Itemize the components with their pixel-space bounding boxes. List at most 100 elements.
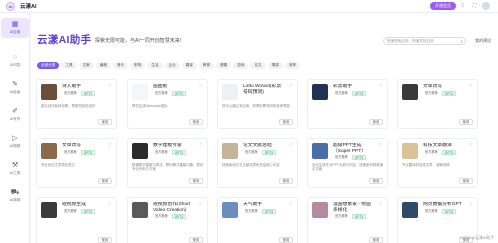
official-tag: 官方推荐 [155, 91, 168, 95]
category-tab[interactable]: 游戏 [233, 62, 249, 69]
use-button[interactable]: 使用 [459, 178, 473, 184]
favorite-star-icon[interactable]: ☆ [108, 83, 112, 89]
app-thumbnail [222, 84, 238, 100]
sidebar-item-draw[interactable]: ✎ AI绘画 [1, 78, 29, 98]
app-card[interactable]: 漫画想象家 - 绘画多样化 ☆ 官方推荐 GPT3 使用 [307, 197, 388, 243]
sidebar-item-shop[interactable]: ⛟ AI商城 [1, 186, 29, 206]
favorite-star-icon[interactable]: ☆ [469, 201, 473, 207]
category-tab[interactable]: 效率 [284, 62, 300, 69]
avatar[interactable] [482, 2, 490, 10]
model-badge: GPT3 [80, 150, 96, 155]
use-button[interactable]: 使用 [279, 178, 293, 184]
model-badge: GPT3 [441, 209, 457, 214]
sidebar-item-tools[interactable]: ⚒ AI工具 [1, 159, 29, 179]
video-icon: ▷ [12, 135, 18, 142]
app-title: 云漾AI [20, 4, 37, 10]
app-tags: 官方推荐 GPT3 [62, 150, 96, 155]
app-card[interactable]: 文章改写 ☆ 官方推荐 GPT3 专业优化文章语言表达 使用 [36, 138, 117, 188]
search-placeholder: 快速搜索应用，快速寻找应用 [387, 38, 434, 43]
official-tag: 官方推荐 [425, 91, 438, 95]
use-button[interactable]: 使用 [369, 237, 383, 243]
vip-button[interactable]: 开通会员 [430, 2, 456, 10]
use-button[interactable]: 使用 [98, 119, 112, 125]
use-button[interactable]: 使用 [189, 237, 203, 243]
app-card[interactable]: 天气助手 ☆ 官方推荐 GPT3 使用 [217, 197, 298, 243]
search-icon[interactable]: ⌕ [460, 38, 463, 45]
app-card[interactable]: 短视频生成 ☆ 官方推荐 GPT3 使用 [36, 197, 117, 243]
app-description: 精通数学建模与算法，帮你解决建模问题，提供专业代码与方案 [132, 163, 204, 172]
favorite-star-icon[interactable]: ☆ [289, 142, 293, 148]
model-badge: GPT3 [171, 150, 187, 155]
use-button[interactable]: 使用 [98, 178, 112, 184]
use-button[interactable]: 使用 [369, 178, 383, 184]
favorite-star-icon[interactable]: ☆ [469, 142, 473, 148]
sidebar-item-write[interactable]: ✐ AI写作 [1, 105, 29, 125]
favorite-star-icon[interactable]: ☆ [199, 201, 203, 207]
sidebar-item-label: AI问答 [9, 63, 21, 67]
app-description: 擅长创作各种诗歌，帮助您轻松创作 [41, 104, 96, 108]
use-button[interactable]: 使用 [369, 119, 383, 125]
sidebar-item-video[interactable]: ▷ AI视频 [1, 132, 29, 152]
app-card[interactable]: 科技文章翻译 ☆ 官方推荐 GPT3 专业翻译科技类文章，准确流畅 使用 [397, 138, 478, 188]
category-tab[interactable]: 教育 [198, 62, 215, 69]
favorite-star-icon[interactable]: ☆ [108, 142, 112, 148]
category-tab[interactable]: 健康 [216, 62, 232, 69]
app-name: 漫画想象家 - 绘画多样化 [333, 202, 371, 213]
app-card[interactable]: 文章改写 ☆ 官方推荐 GPT3 使用 [397, 79, 478, 129]
search-input[interactable]: 快速搜索应用，快速寻找应用 ⌕ [383, 37, 466, 45]
category-tab[interactable]: 全部分类 [37, 62, 60, 69]
category-tab[interactable]: 生活 [147, 62, 163, 69]
favorite-star-icon[interactable]: ☆ [469, 83, 473, 89]
app-card[interactable]: 短视频创作(Short Video Creation) ☆ 官方推荐 GPT3 使用 [127, 197, 208, 243]
favorite-star-icon[interactable]: ☆ [379, 142, 383, 148]
sidebar-item-apps[interactable]: ▦ AI应用 [1, 18, 29, 38]
favorite-star-icon[interactable]: ☆ [379, 201, 383, 207]
my-presets-button[interactable]: 我的预设 [472, 37, 494, 45]
app-card[interactable]: 超级PPT生成（Super PPT） ☆ 官方推荐 GPT3 自动生成专业PPT大纲与内… [307, 138, 388, 188]
sidebar-item-chat[interactable]: ◌ AI问答 [1, 51, 29, 71]
use-button[interactable]: 使用 [189, 178, 203, 184]
use-button[interactable]: 使用 [189, 119, 203, 125]
category-tab[interactable]: 企业 [164, 62, 180, 69]
app-thumbnail [312, 143, 328, 159]
app-card[interactable]: 彩票助手 ☆ 官方推荐 GPT3 使用 [307, 79, 388, 129]
app-card[interactable]: 论文文献总结 ☆ 官方推荐 GPT3 快速阅读论文文献并提炼总结核心内容 使用 [217, 138, 298, 188]
app-card[interactable]: 画图板 ☆ 官方推荐 GPT3 帮你生成Markdown图片 使用 [127, 79, 208, 129]
official-tag: 官方推荐 [155, 150, 168, 154]
app-description: 您可以通过本应用，获得彩票号码的参考预测 [222, 104, 290, 108]
category-tab[interactable]: 翻译 [181, 62, 197, 69]
category-tab[interactable]: 论文 [250, 62, 266, 69]
app-card[interactable]: Lotto Wizard(彩票号码预测) ☆ 您可以通过本应用，获得彩票号码的参考预… [217, 79, 298, 129]
category-tab[interactable]: 音乐 [112, 62, 129, 69]
use-button[interactable]: 使用 [98, 237, 112, 243]
use-button[interactable]: 使用 [279, 119, 293, 125]
page-subtitle: 探索无限可能，与AI一同开创智慧未来! [95, 38, 182, 44]
app-card[interactable]: 诗人助手 ☆ 官方推荐 GPT3 擅长创作各种诗歌，帮助您轻松创作 使用 [36, 79, 117, 129]
fullscreen-icon[interactable]: ⛶ [471, 3, 478, 10]
official-tag: 官方推荐 [64, 150, 77, 154]
favorite-star-icon[interactable]: ☆ [199, 142, 203, 148]
app-thumbnail [222, 143, 238, 159]
category-tab[interactable]: 职场 [130, 62, 146, 69]
app-thumbnail [402, 202, 418, 218]
category-tab[interactable]: 文案 [78, 62, 94, 69]
app-tags: 官方推荐 GPT3 [423, 150, 457, 155]
app-thumbnail [132, 84, 148, 100]
favorite-star-icon[interactable]: ☆ [199, 83, 203, 89]
category-tab[interactable]: 工具 [61, 62, 77, 69]
app-description: 帮你生成Markdown图片 [132, 104, 168, 108]
favorite-star-icon[interactable]: ☆ [289, 201, 293, 207]
app-card[interactable]: 数学建模专家 ☆ 官方推荐 GPT3 精通数学建模与算法，帮你解决建模问题，提供专业代码… [127, 138, 208, 188]
favorite-star-icon[interactable]: ☆ [289, 83, 293, 89]
model-badge: GPT3 [441, 150, 457, 155]
category-tab[interactable]: 情感 [267, 62, 283, 69]
category-tab[interactable]: 编程 [95, 62, 111, 69]
app-tags: 官方推荐 GPT3 [62, 91, 96, 96]
favorite-star-icon[interactable]: ☆ [379, 83, 383, 89]
moon-icon[interactable]: ☾ [460, 3, 467, 10]
favorite-star-icon[interactable]: ☆ [108, 201, 112, 207]
use-button[interactable]: 使用 [459, 119, 473, 125]
app-tags: 官方推荐 GPT3 [243, 150, 277, 155]
app-logo[interactable]: Ai [6, 1, 15, 11]
use-button[interactable]: 使用 [279, 237, 293, 243]
